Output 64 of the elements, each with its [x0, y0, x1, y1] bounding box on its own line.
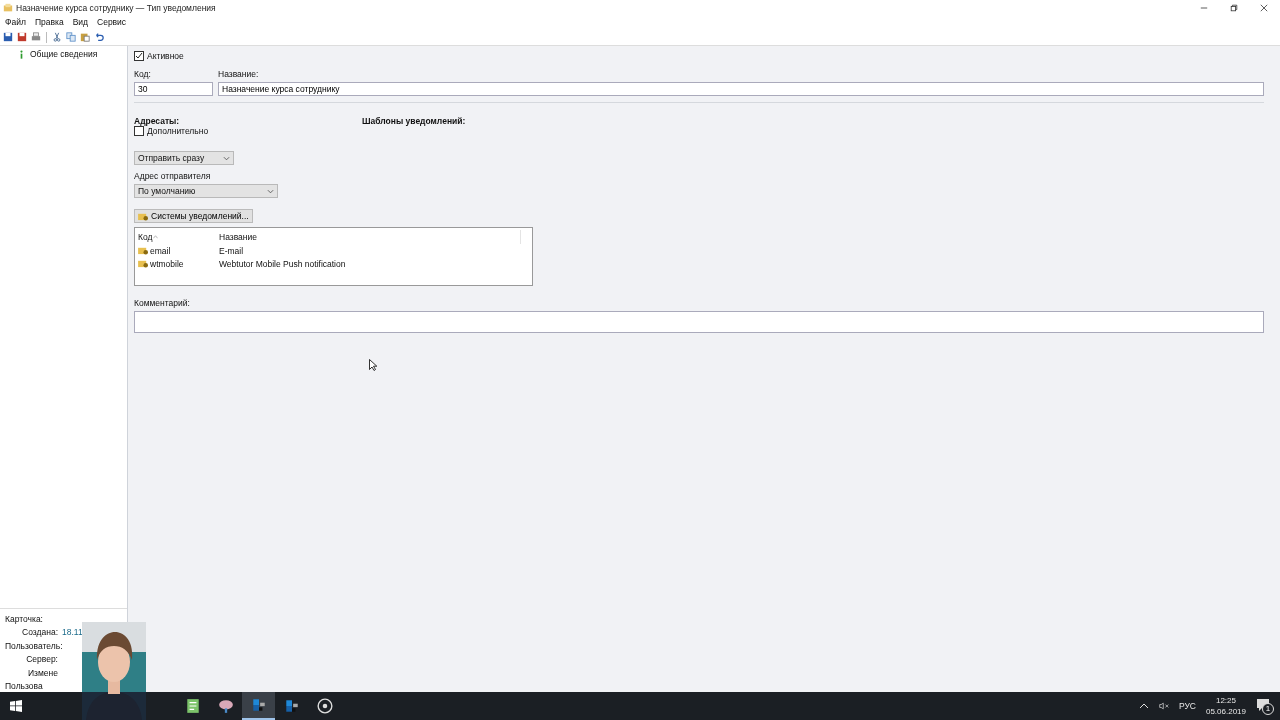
blocks-icon — [283, 698, 300, 714]
table-cell: E-mail — [219, 245, 244, 256]
section-title: Адресаты: — [134, 116, 181, 126]
name-field[interactable]: Назначение курса сотруднику — [218, 82, 1264, 96]
close-icon[interactable] — [1260, 3, 1268, 12]
brain-icon — [217, 698, 234, 714]
extra-checkbox[interactable]: Дополнительно — [134, 126, 209, 136]
save-icon[interactable] — [3, 32, 13, 42]
speaker-muted-icon[interactable] — [1158, 702, 1169, 710]
field-label: Комментарий: — [134, 298, 191, 308]
table-cell: email — [150, 245, 171, 256]
menu-item[interactable]: Сервис — [97, 17, 127, 27]
card-info-title: Карточка: — [5, 614, 44, 624]
info-label: Создана: — [21, 627, 58, 637]
info-label: Измене — [27, 667, 58, 678]
comment-field[interactable] — [134, 311, 1264, 333]
active-checkbox[interactable]: Активное — [134, 51, 184, 61]
send-mode-dropdown[interactable]: Отправить сразу — [134, 151, 234, 165]
app-icon — [3, 2, 13, 13]
menu-item[interactable]: Вид — [72, 17, 88, 27]
menu-item[interactable]: Файл — [5, 17, 26, 27]
info-label: Сервер: — [25, 654, 58, 664]
circle-icon — [316, 698, 333, 714]
field-label: Адрес отправителя — [134, 171, 212, 181]
language-indicator[interactable]: РУС — [1178, 701, 1196, 711]
chevron-up-icon[interactable] — [1138, 702, 1149, 710]
column-header[interactable]: Название — [219, 232, 257, 242]
sidebar-item[interactable]: Общие сведения — [17, 48, 100, 60]
table-cell: wtmobile — [150, 258, 184, 269]
notification-count: 1 — [1262, 703, 1274, 715]
column-header[interactable]: Код — [138, 232, 153, 242]
paste-icon[interactable] — [80, 32, 90, 42]
field-label: Код: — [134, 69, 152, 79]
mouse-cursor-icon — [369, 359, 377, 371]
notification-systems-button[interactable]: Системы уведомлений... — [134, 209, 253, 223]
print-icon[interactable] — [31, 32, 41, 42]
folder-gear-icon — [138, 259, 149, 268]
field-label: Название: — [218, 69, 260, 79]
list-row[interactable]: email E-mail — [138, 244, 529, 257]
menu-item[interactable]: Правка — [34, 17, 64, 27]
section-title: Шаблоны уведомлений: — [362, 116, 466, 126]
chevron-down-icon — [267, 188, 274, 194]
taskbar-app[interactable] — [242, 692, 275, 720]
list-row[interactable]: wtmobile Webtutor Mobile Push notification — [138, 257, 529, 270]
document-icon — [184, 698, 201, 714]
copy-icon[interactable] — [66, 32, 76, 42]
restore-icon[interactable] — [1230, 3, 1238, 12]
checkmark-icon — [135, 52, 143, 60]
sender-dropdown[interactable]: По умолчанию — [134, 184, 278, 198]
blocks-icon — [250, 697, 267, 713]
info-label: Пользова — [5, 681, 44, 691]
info-value: 18.11 — [62, 627, 83, 637]
chevron-down-icon — [223, 155, 230, 161]
folder-gear-icon — [138, 211, 149, 221]
save-close-icon[interactable] — [17, 32, 27, 42]
table-cell: Webtutor Mobile Push notification — [219, 258, 346, 269]
start-icon[interactable] — [10, 700, 22, 712]
clock[interactable]: 12:25 05.06.2019 — [1205, 695, 1246, 717]
undo-icon[interactable] — [94, 32, 104, 42]
cut-icon[interactable] — [52, 32, 62, 42]
window-title: Назначение курса сотруднику — Тип уведомления — [16, 2, 216, 13]
folder-gear-icon — [138, 246, 149, 255]
code-field[interactable]: 30 — [134, 82, 213, 96]
info-icon — [19, 49, 24, 59]
